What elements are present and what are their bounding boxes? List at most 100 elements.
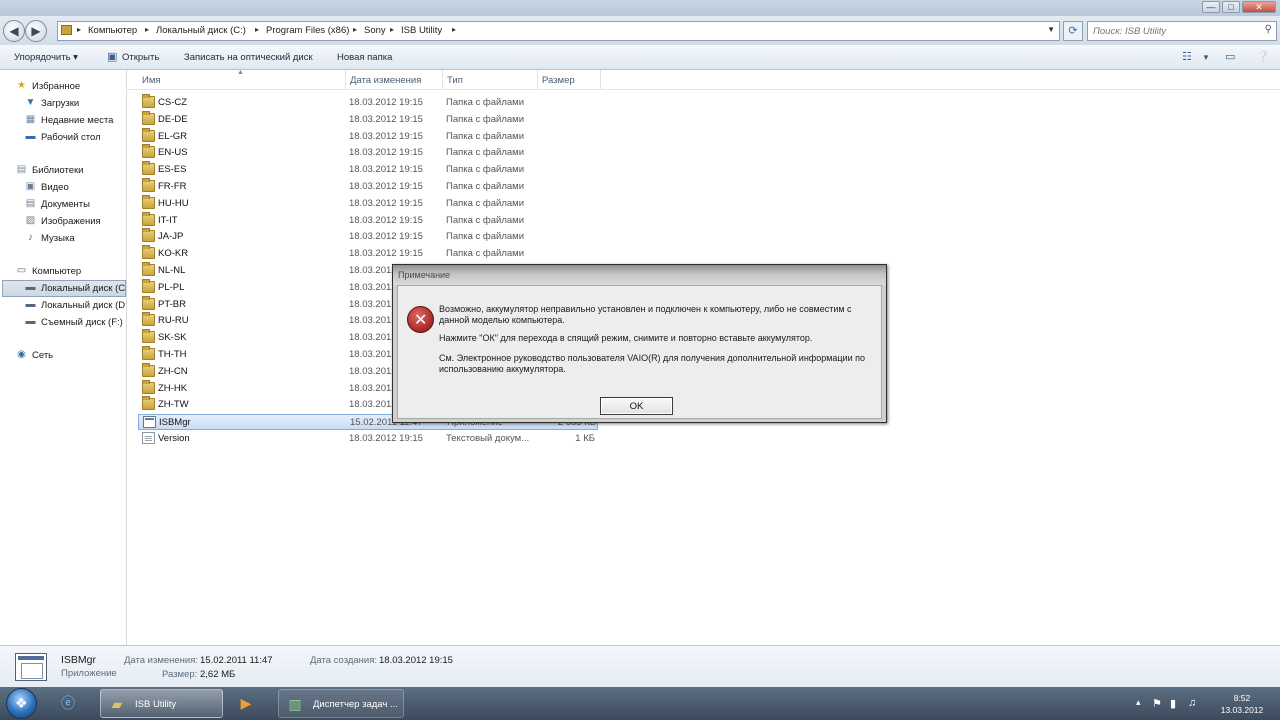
nav-recent-places[interactable]: ▦ Недавние места	[24, 113, 124, 130]
breadcrumb-sony[interactable]: Sony	[364, 25, 386, 36]
column-size-header[interactable]: Размер	[542, 75, 575, 86]
nav-documents[interactable]: ▤ Документы	[24, 197, 124, 214]
folder-row[interactable]: EN-US 18.03.2012 19:15 Папка с файлами	[138, 144, 598, 161]
libraries-icon: ▤	[16, 164, 27, 175]
nav-favorites-label: Избранное	[32, 81, 81, 92]
column-name-header[interactable]: Имя	[142, 75, 161, 86]
organize-button[interactable]: Упорядочить ▾	[14, 52, 78, 63]
file-name: Version	[158, 433, 190, 444]
start-button[interactable]: ❖	[6, 688, 37, 719]
details-size-value: 2,62 МБ	[200, 669, 236, 680]
taskbar-task-manager[interactable]: ▥ Диспетчер задач ...	[278, 689, 404, 718]
nav-removable-disk-f[interactable]: ▬ Съемный диск (F:)	[24, 315, 126, 332]
folder-row[interactable]: HU-HU 18.03.2012 19:15 Папка с файлами	[138, 194, 598, 212]
folder-icon	[142, 178, 155, 192]
error-icon: ✕	[407, 306, 434, 333]
volume-icon[interactable]: ♫	[1188, 697, 1196, 709]
column-separator[interactable]	[345, 70, 346, 90]
column-type-header[interactable]: Тип	[447, 75, 463, 86]
taskbar-ie[interactable]: ⓔ	[52, 689, 92, 718]
chevron-right-icon[interactable]: ▸	[255, 25, 259, 34]
action-center-icon[interactable]: ⚑	[1152, 697, 1162, 710]
column-separator[interactable]	[442, 70, 443, 90]
forward-button[interactable]: ▶	[25, 20, 47, 42]
chevron-right-icon[interactable]: ▸	[77, 25, 81, 34]
folder-icon	[142, 127, 155, 142]
star-icon: ★	[17, 80, 26, 91]
details-file-name: ISBMgr	[61, 654, 97, 666]
nav-computer[interactable]: ▭ Компьютер	[15, 264, 125, 281]
ie-icon: ⓔ	[61, 695, 75, 711]
folder-row[interactable]: KO-KR 18.03.2012 19:15 Папка с файлами	[138, 245, 598, 262]
chevron-down-icon[interactable]: ▼	[1202, 53, 1210, 62]
help-icon[interactable]: ❔	[1256, 50, 1270, 63]
file-date-modified: 18.03.2012 19:15	[349, 130, 423, 142]
folder-row[interactable]: EL-GR 18.03.2012 19:15 Папка с файлами	[138, 127, 598, 145]
nav-libraries[interactable]: ▤ Библиотеки	[15, 163, 125, 180]
nav-music[interactable]: ♪ Музыка	[24, 231, 124, 248]
file-name: EL-GR	[158, 130, 188, 142]
file-name: IT-IT	[158, 214, 178, 226]
folder-row[interactable]: DE-DE 18.03.2012 19:15 Папка с файлами	[138, 110, 598, 128]
back-button[interactable]: ◀	[3, 20, 25, 42]
nav-local-disk-c[interactable]: ▬ Локальный диск (C	[2, 280, 126, 297]
preview-pane-icon[interactable]: ▭	[1225, 50, 1235, 63]
folder-icon	[142, 144, 155, 159]
search-input[interactable]	[1088, 22, 1258, 40]
folder-row[interactable]: IT-IT 18.03.2012 19:15 Папка с файлами	[138, 211, 598, 229]
file-name: HU-HU	[158, 197, 189, 209]
chevron-right-icon[interactable]: ▸	[452, 25, 456, 34]
address-bar[interactable]: ▸ Компьютер ▸ Локальный диск (C:) ▸ Prog…	[57, 21, 1060, 41]
burn-button[interactable]: Записать на оптический диск	[184, 52, 313, 63]
folder-row[interactable]: FR-FR 18.03.2012 19:15 Папка с файлами	[138, 178, 598, 195]
network-tray-icon[interactable]: ▮	[1170, 697, 1176, 710]
column-separator[interactable]	[600, 70, 601, 90]
close-button[interactable]: ✕	[1242, 1, 1276, 13]
nav-network[interactable]: ◉ Сеть	[15, 348, 125, 365]
show-hidden-icons-icon[interactable]: ▴	[1136, 697, 1141, 708]
folder-row[interactable]: ES-ES 18.03.2012 19:15 Папка с файлами	[138, 161, 598, 178]
clock[interactable]: 8:52 13.03.2012	[1214, 692, 1270, 716]
breadcrumb-isb-utility[interactable]: ISB Utility	[401, 25, 442, 36]
view-options-icon[interactable]: ☷	[1182, 50, 1192, 63]
folder-icon	[142, 245, 155, 260]
breadcrumb-program-files-x86[interactable]: Program Files (x86)	[266, 25, 349, 36]
chevron-down-icon[interactable]: ▼	[1047, 25, 1055, 34]
minimize-button[interactable]: —	[1202, 1, 1220, 13]
details-created-value: 18.03.2012 19:15	[379, 655, 453, 666]
folder-icon	[142, 379, 155, 394]
taskbar-isb-utility[interactable]: ▰ ISB Utility	[100, 689, 223, 718]
new-folder-button[interactable]: Новая папка	[337, 52, 392, 63]
battery-warning-dialog: Примечание ✕ Возможно, аккумулятор непра…	[392, 264, 887, 423]
taskbar-media-player[interactable]: ▶	[230, 689, 270, 718]
breadcrumb-computer[interactable]: Компьютер	[88, 25, 137, 36]
taskbar: ❖ ⓔ ▰ ISB Utility ▶ ▥ Диспетчер задач ..…	[0, 687, 1280, 720]
nav-computer-label: Компьютер	[32, 266, 82, 277]
folder-row[interactable]: CS-CZ 18.03.2012 19:15 Папка с файлами	[138, 94, 598, 111]
search-box: ⚲	[1087, 21, 1277, 41]
column-date-header[interactable]: Дата изменения	[350, 75, 421, 86]
nav-recent-places-label: Недавние места	[41, 115, 114, 126]
media-player-icon: ▶	[240, 695, 252, 711]
refresh-button[interactable]: ⟳	[1063, 21, 1083, 41]
folder-icon	[142, 362, 155, 377]
chevron-right-icon[interactable]: ▸	[145, 25, 149, 34]
nav-video[interactable]: ▣ Видео	[24, 180, 124, 197]
chevron-right-icon[interactable]: ▸	[390, 25, 394, 34]
maximize-button[interactable]: □	[1222, 1, 1240, 13]
column-separator[interactable]	[537, 70, 538, 90]
ok-button[interactable]: OK	[600, 397, 673, 415]
nav-downloads[interactable]: ▼ Загрузки	[24, 96, 124, 113]
folder-icon	[142, 312, 155, 327]
breadcrumb-local-disk-c[interactable]: Локальный диск (C:)	[156, 25, 246, 36]
folder-row[interactable]: JA-JP 18.03.2012 19:15 Папка с файлами	[138, 228, 598, 245]
nav-local-disk-d[interactable]: ▬ Локальный диск (D	[24, 298, 126, 315]
nav-favorites[interactable]: ★ Избранное	[15, 79, 125, 96]
file-row[interactable]: Version 18.03.2012 19:15 Текстовый докум..…	[138, 431, 598, 447]
open-button[interactable]: Открыть	[122, 52, 159, 63]
chevron-right-icon[interactable]: ▸	[353, 25, 357, 34]
nav-desktop[interactable]: ▬ Рабочий стол	[24, 130, 124, 147]
search-icon[interactable]: ⚲	[1265, 24, 1272, 35]
nav-pictures[interactable]: ▨ Изображения	[24, 214, 124, 231]
file-name: ZH-TW	[158, 399, 189, 411]
